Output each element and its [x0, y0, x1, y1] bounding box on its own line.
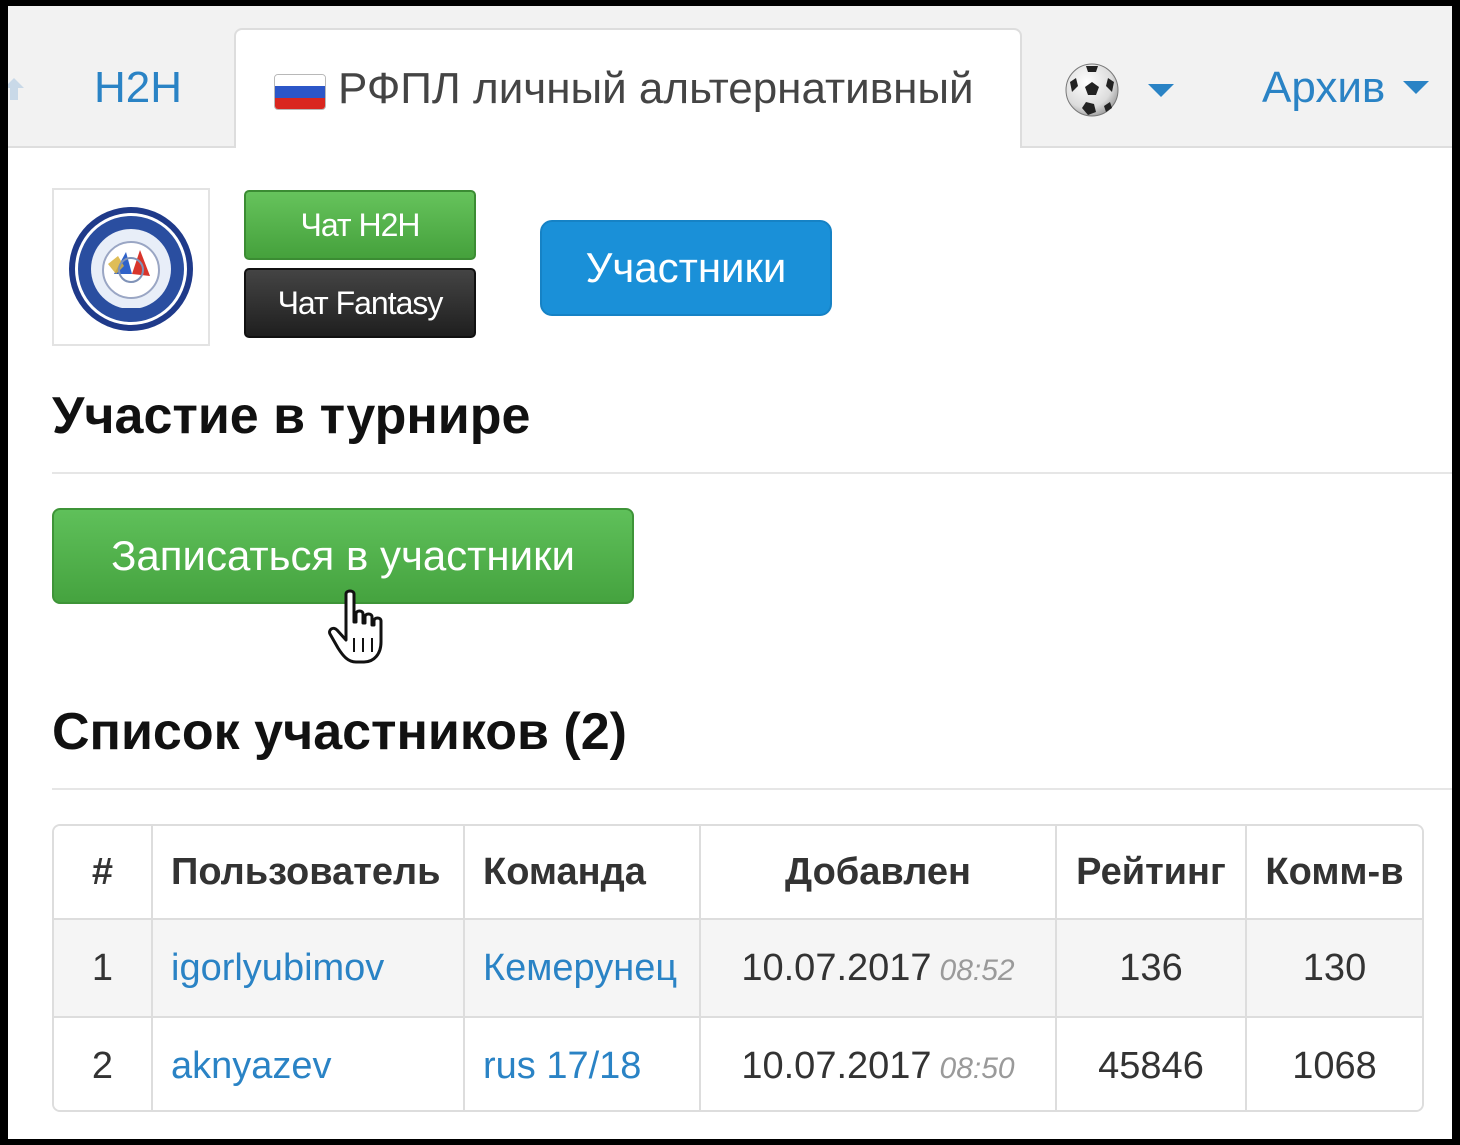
team-link[interactable]: Кемерунец [483, 947, 677, 989]
comments-cell: 1068 [1246, 1017, 1422, 1110]
tab-rfpl-personal-alternative[interactable]: РФПЛ личный альтернативный [234, 28, 1022, 148]
soccer-ball-icon [1065, 63, 1119, 117]
participation-heading: Участие в турнире [52, 387, 531, 445]
team-link[interactable]: rus 17/18 [483, 1045, 641, 1087]
tab-bar: H2H РФПЛ личный альтернативный Архив [8, 6, 1452, 148]
column-header-comments: Комм-в [1246, 826, 1422, 920]
chat-fantasy-button[interactable]: Чат Fantasy [244, 268, 476, 338]
added-time: 08:52 [939, 953, 1015, 987]
participants-list-heading: Список участников (2) [52, 703, 627, 761]
tab-sport-dropdown[interactable] [1060, 30, 1190, 146]
rating-cell: 136 [1056, 919, 1247, 1018]
column-header-added: Добавлен [700, 826, 1057, 920]
team-cell: rus 17/18 [464, 1017, 701, 1110]
column-header-num: # [54, 826, 153, 920]
divider [52, 788, 1452, 790]
page-frame: H2H РФПЛ личный альтернативный Архив Чат… [8, 6, 1452, 1139]
participants-table: # Пользователь Команда Добавлен Рейтинг … [52, 824, 1424, 1112]
divider [52, 472, 1452, 474]
user-cell: aknyazev [152, 1017, 465, 1110]
russia-flag-icon [274, 74, 326, 110]
added-date: 10.07.2017 [741, 1044, 932, 1087]
hand-pointer-cursor [328, 589, 383, 664]
user-link[interactable]: igorlyubimov [171, 947, 384, 989]
arrow-up-icon[interactable] [8, 74, 26, 104]
chevron-down-icon [1148, 84, 1174, 97]
table-header-row: # Пользователь Команда Добавлен Рейтинг … [54, 826, 1422, 920]
tab-h2h[interactable]: H2H [94, 30, 182, 146]
table-row: 2 aknyazev rus 17/18 10.07.2017 08:50 458… [54, 1017, 1422, 1110]
tab-archive-dropdown[interactable]: Архив [1262, 30, 1430, 146]
user-link[interactable]: aknyazev [171, 1045, 332, 1087]
table-row: 1 igorlyubimov Кемерунец 10.07.2017 08:52… [54, 919, 1422, 1018]
column-header-rating: Рейтинг [1056, 826, 1247, 920]
user-cell: igorlyubimov [152, 919, 465, 1018]
league-logo [52, 188, 210, 346]
column-header-user: Пользователь [152, 826, 465, 920]
tab-archive-label: Архив [1262, 63, 1386, 112]
row-number: 1 [54, 919, 153, 1018]
chat-h2h-button[interactable]: Чат H2H [244, 190, 476, 260]
league-logo-emblem [69, 207, 193, 331]
chevron-down-icon [1403, 80, 1430, 94]
added-cell: 10.07.2017 08:52 [700, 919, 1057, 1018]
team-cell: Кемерунец [464, 919, 701, 1018]
comments-cell: 130 [1246, 919, 1422, 1018]
column-header-team: Команда [464, 826, 701, 920]
tab-label: РФПЛ личный альтернативный [338, 64, 974, 113]
added-date: 10.07.2017 [741, 946, 932, 989]
rating-cell: 45846 [1056, 1017, 1247, 1110]
participants-button[interactable]: Участники [540, 220, 832, 316]
added-cell: 10.07.2017 08:50 [700, 1017, 1057, 1110]
row-number: 2 [54, 1017, 153, 1110]
added-time: 08:50 [939, 1051, 1015, 1085]
